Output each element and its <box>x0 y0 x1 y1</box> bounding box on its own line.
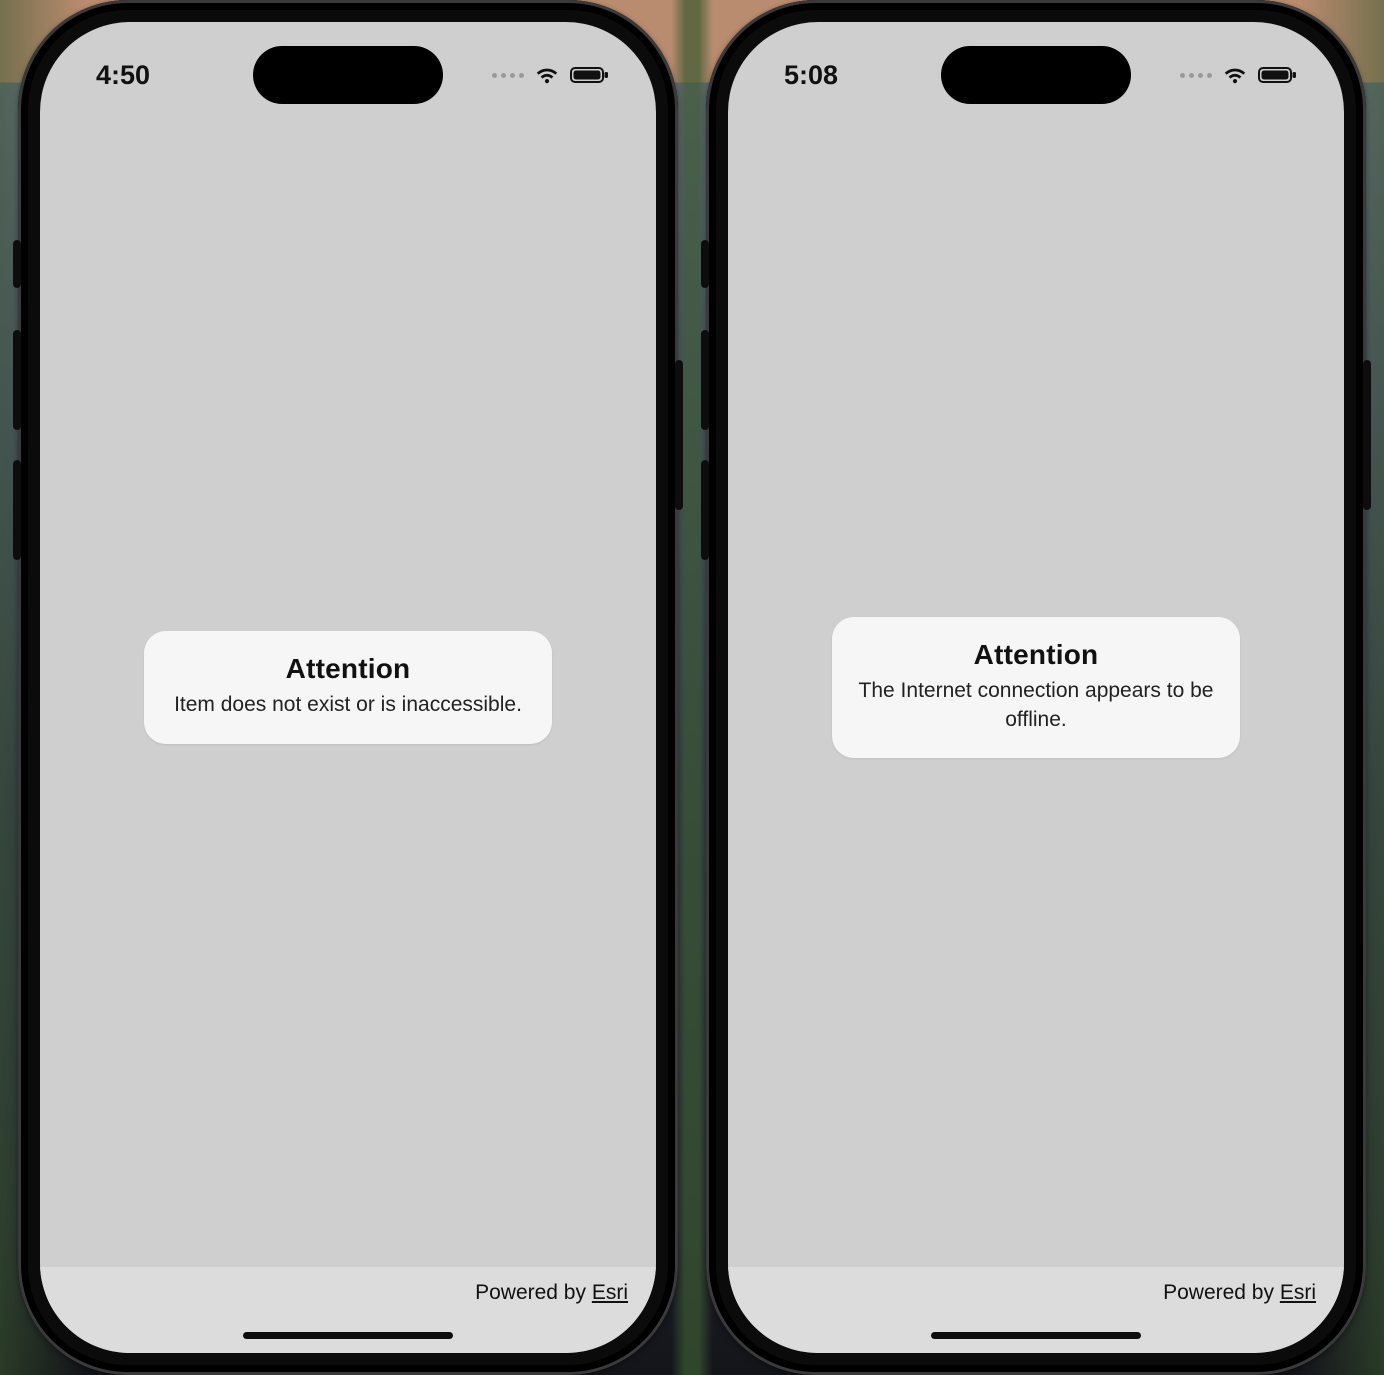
powered-by-label: Powered by Esri <box>475 1281 628 1305</box>
volume-down-button[interactable] <box>13 460 21 560</box>
phone-left: 4:50 <box>18 0 678 1375</box>
power-button[interactable] <box>675 360 683 510</box>
alert-panel: Attention Item does not exist or is inac… <box>144 631 552 743</box>
mute-switch[interactable] <box>13 240 21 288</box>
alert-message: The Internet connection appears to be of… <box>858 677 1214 734</box>
volume-up-button[interactable] <box>701 330 709 430</box>
screen: 5:08 <box>728 22 1344 1353</box>
esri-link[interactable]: Esri <box>1280 1281 1316 1304</box>
power-button[interactable] <box>1363 360 1371 510</box>
footer-bar: Powered by Esri <box>40 1267 656 1353</box>
footer-bar: Powered by Esri <box>728 1267 1344 1353</box>
alert-message: Item does not exist or is inaccessible. <box>170 691 526 719</box>
home-indicator[interactable] <box>243 1332 453 1339</box>
alert-panel: Attention The Internet connection appear… <box>832 617 1240 758</box>
home-indicator[interactable] <box>931 1332 1141 1339</box>
screen: 4:50 <box>40 22 656 1353</box>
powered-by-text: Powered by <box>475 1281 592 1304</box>
alert-title: Attention <box>170 653 526 685</box>
content-area: Attention The Internet connection appear… <box>728 22 1344 1353</box>
volume-up-button[interactable] <box>13 330 21 430</box>
volume-down-button[interactable] <box>701 460 709 560</box>
powered-by-label: Powered by Esri <box>1163 1281 1316 1305</box>
esri-link[interactable]: Esri <box>592 1281 628 1304</box>
content-area: Attention Item does not exist or is inac… <box>40 22 656 1353</box>
phone-right: 5:08 <box>706 0 1366 1375</box>
mute-switch[interactable] <box>701 240 709 288</box>
powered-by-text: Powered by <box>1163 1281 1280 1304</box>
phones-row: 4:50 <box>0 0 1384 1375</box>
alert-title: Attention <box>858 639 1214 671</box>
